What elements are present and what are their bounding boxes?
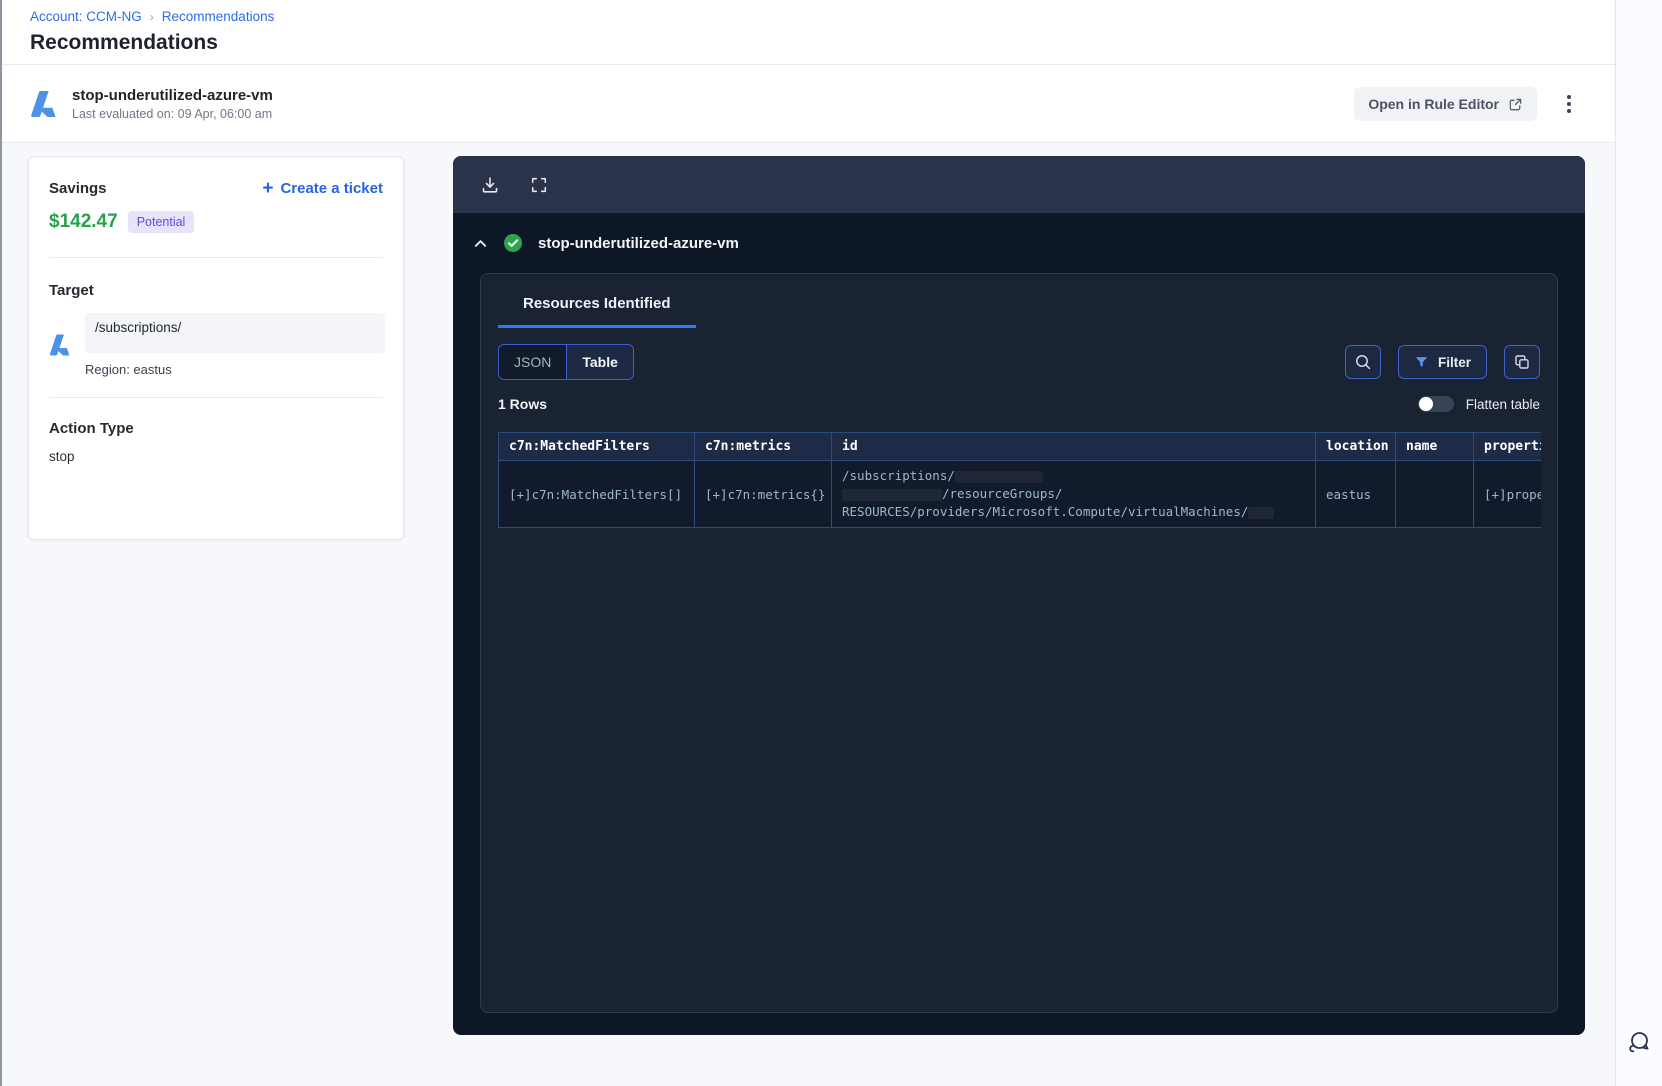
view-mode-toggle: JSON Table xyxy=(498,344,634,380)
rule-header-bar: stop-underutilized-azure-vm Last evaluat… xyxy=(2,66,1615,143)
redacted-text xyxy=(1248,506,1275,519)
divider xyxy=(49,397,383,398)
chat-help-icon[interactable] xyxy=(1624,1028,1654,1058)
open-in-rule-editor-button[interactable]: Open in Rule Editor xyxy=(1354,87,1537,121)
create-ticket-label: Create a ticket xyxy=(280,180,383,197)
filter-label: Filter xyxy=(1437,354,1471,370)
copy-button[interactable] xyxy=(1504,345,1540,379)
cell-properties[interactable]: [+]properties{} xyxy=(1473,460,1541,528)
azure-logo-icon xyxy=(30,89,60,119)
panel-rule-name: stop-underutilized-azure-vm xyxy=(538,234,739,252)
last-evaluated-text: Last evaluated on: 09 Apr, 06:00 am xyxy=(72,107,273,121)
table-row: [+]c7n:MatchedFilters[] [+]c7n:metrics{}… xyxy=(498,460,1541,528)
flatten-table-label: Flatten table xyxy=(1465,396,1540,412)
external-link-icon xyxy=(1508,97,1523,112)
page-title: Recommendations xyxy=(30,31,218,54)
search-button[interactable] xyxy=(1344,345,1381,379)
flatten-table-toggle[interactable] xyxy=(1417,396,1454,412)
target-region: Region: eastus xyxy=(85,362,172,377)
cell-location: eastus xyxy=(1315,460,1396,528)
filter-icon xyxy=(1414,355,1429,370)
savings-label: Savings xyxy=(49,180,107,197)
fullscreen-icon[interactable] xyxy=(530,176,548,194)
collapse-chevron-icon[interactable] xyxy=(473,236,488,251)
resources-table: c7n:MatchedFilters c7n:metrics id locati… xyxy=(498,432,1541,528)
column-header-metrics: c7n:metrics xyxy=(694,432,832,461)
cell-metrics[interactable]: [+]c7n:metrics{} xyxy=(694,460,832,528)
recommendation-details-card: Savings + Create a ticket $142.47 Potent… xyxy=(28,156,404,540)
open-in-rule-editor-label: Open in Rule Editor xyxy=(1368,96,1499,112)
action-type-value: stop xyxy=(49,449,75,464)
column-header-matched-filters: c7n:MatchedFilters xyxy=(498,432,695,461)
rows-count: 1 Rows xyxy=(498,396,548,412)
column-header-name: name xyxy=(1395,432,1474,461)
rule-output-panel: stop-underutilized-azure-vm Resources Id… xyxy=(453,156,1585,1035)
redacted-text xyxy=(842,488,942,501)
success-check-icon xyxy=(503,233,523,253)
page-body: Savings + Create a ticket $142.47 Potent… xyxy=(2,143,1615,1086)
rule-result-header: stop-underutilized-azure-vm xyxy=(453,213,1585,273)
azure-target-icon xyxy=(49,333,73,357)
cell-id: /subscriptions/ /resourceGroups/ RESOURC… xyxy=(831,460,1316,528)
breadcrumb: Account: CCM-NG › Recommendations xyxy=(30,9,1615,24)
breadcrumb-recommendations-link[interactable]: Recommendations xyxy=(162,9,275,24)
column-header-location: location xyxy=(1315,432,1396,461)
rule-name: stop-underutilized-azure-vm xyxy=(72,87,273,104)
cell-name xyxy=(1395,460,1474,528)
view-table-button[interactable]: Table xyxy=(567,345,633,379)
target-label: Target xyxy=(49,282,94,299)
action-type-label: Action Type xyxy=(49,420,134,437)
potential-badge: Potential xyxy=(127,211,195,233)
target-path: /subscriptions/ xyxy=(85,313,385,353)
resources-card: Resources Identified JSON Table Filter 1… xyxy=(480,273,1558,1013)
redacted-text xyxy=(954,470,1043,483)
divider xyxy=(49,257,383,258)
page-header: Account: CCM-NG › Recommendations Recomm… xyxy=(2,0,1615,65)
view-json-button[interactable]: JSON xyxy=(499,345,568,379)
savings-amount: $142.47 xyxy=(49,211,118,232)
table-header-row: c7n:MatchedFilters c7n:metrics id locati… xyxy=(498,432,1541,461)
column-header-properties: properties xyxy=(1473,432,1541,461)
breadcrumb-chevron-icon: › xyxy=(149,9,154,24)
filter-button[interactable]: Filter xyxy=(1397,345,1487,379)
cell-matched-filters[interactable]: [+]c7n:MatchedFilters[] xyxy=(498,460,695,528)
plus-icon: + xyxy=(262,178,274,199)
output-toolbar xyxy=(453,156,1585,213)
more-options-menu[interactable] xyxy=(1563,91,1575,117)
column-header-id: id xyxy=(831,432,1316,461)
right-gutter xyxy=(1615,0,1662,1086)
tab-resources-identified[interactable]: Resources Identified xyxy=(498,282,696,328)
breadcrumb-account-link[interactable]: Account: CCM-NG xyxy=(30,9,142,24)
download-icon[interactable] xyxy=(480,175,500,195)
create-ticket-link[interactable]: + Create a ticket xyxy=(262,179,383,198)
